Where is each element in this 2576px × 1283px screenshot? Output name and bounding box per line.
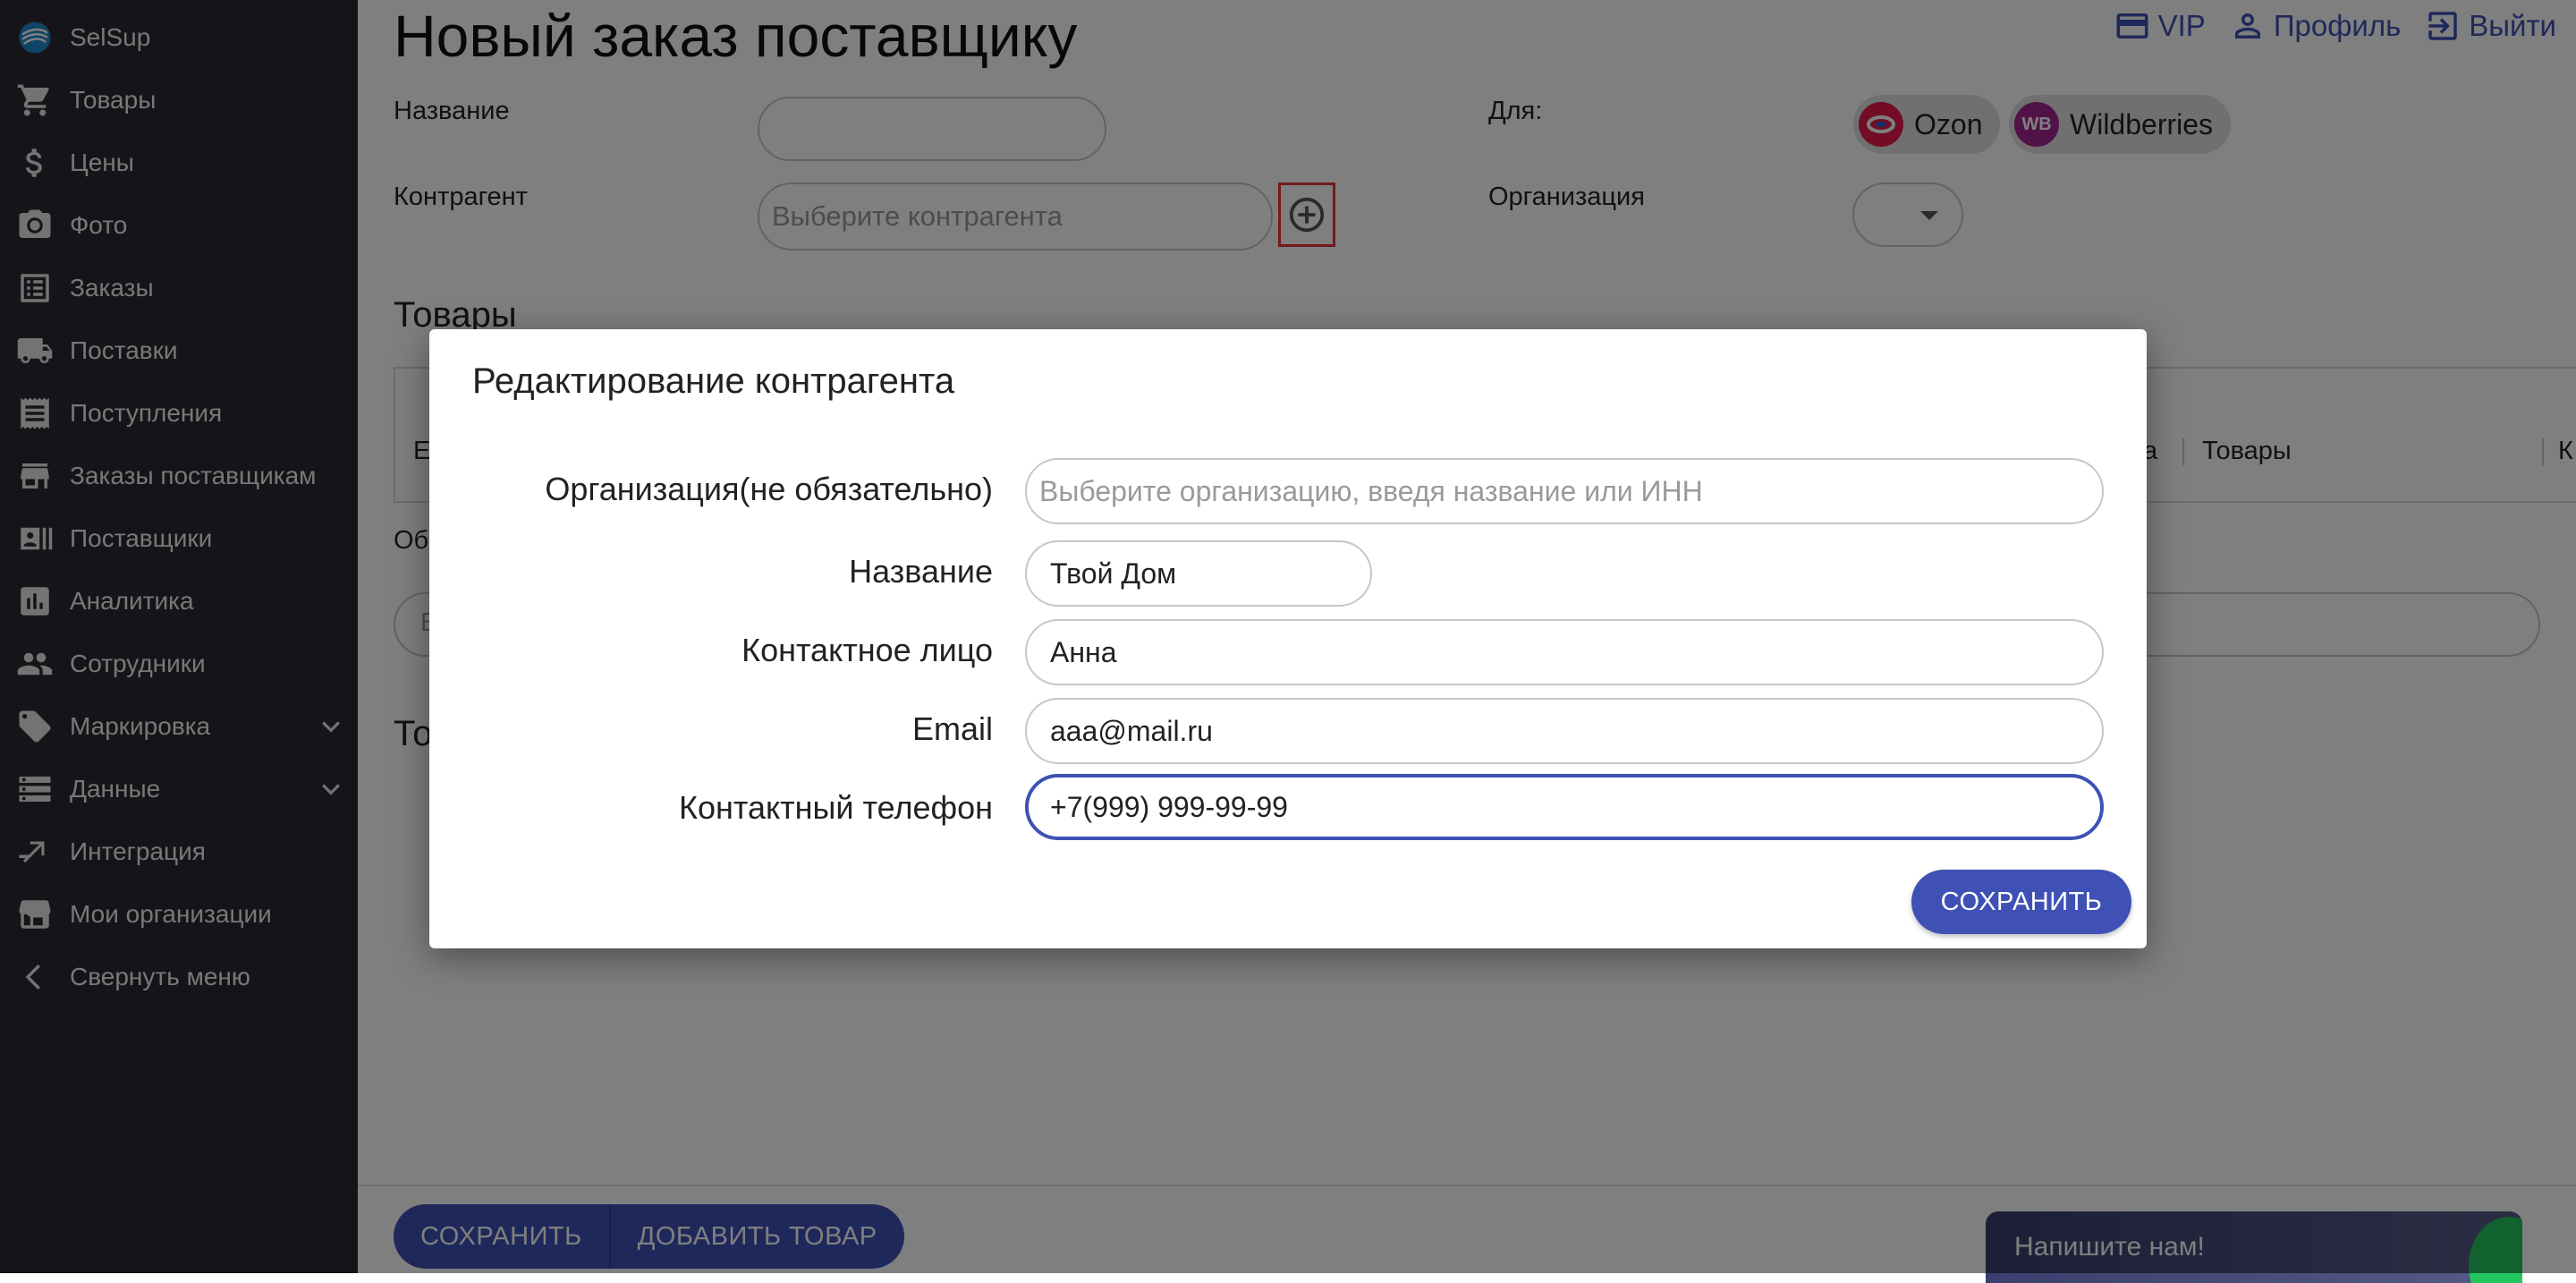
counterparty-name-input[interactable]: Твой Дом	[1025, 540, 1372, 607]
name-label: Название	[849, 553, 993, 590]
dialog-title: Редактирование контрагента	[472, 361, 955, 401]
contact-phone-label: Контактный телефон	[679, 789, 993, 826]
contact-person-input[interactable]: Анна	[1025, 619, 2104, 685]
email-field[interactable]: aaa@mail.ru	[1025, 698, 2104, 764]
email-label: Email	[911, 710, 993, 747]
save-counterparty-button[interactable]: СОХРАНИТЬ	[1911, 870, 2131, 934]
organization-optional-label: Организация(не обязательно)	[545, 471, 993, 507]
contact-person-label: Контактное лицо	[741, 632, 993, 668]
contact-phone-input[interactable]: +7(999) 999-99-99	[1025, 774, 2104, 840]
edit-counterparty-dialog: Редактирование контрагента Организация(н…	[429, 329, 2147, 948]
organization-search-input[interactable]: Выберите организацию, введя название или…	[1025, 458, 2104, 524]
